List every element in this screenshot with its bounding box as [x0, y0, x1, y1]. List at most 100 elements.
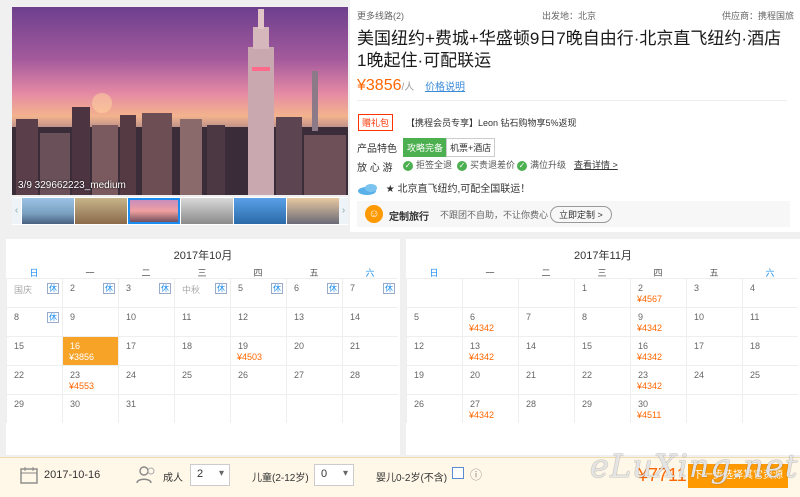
date-number: 26: [238, 370, 249, 380]
date-number: 3: [694, 283, 700, 293]
weekday-label: 四: [253, 268, 263, 278]
date-number: 18: [750, 341, 761, 351]
date-cell: 26: [406, 394, 462, 423]
date-cell-available[interactable]: 2 ¥4567: [630, 278, 686, 307]
infant-checkbox[interactable]: [452, 467, 464, 479]
thumb-prev-arrow-icon[interactable]: ‹: [12, 198, 21, 224]
custom-now-button[interactable]: 立即定制 >: [550, 206, 612, 223]
product-title: 美国纽约+费城+华盛顿9日7晚自由行·北京直飞纽约·酒店1晚起住·可配联运: [357, 29, 782, 70]
child-label: 儿童(2-12岁): [252, 473, 309, 484]
date-cell: 9: [62, 307, 118, 336]
date-number: 14: [526, 341, 537, 351]
weekday-label: 五: [709, 268, 719, 278]
thumbnail[interactable]: [181, 198, 233, 224]
weekday-label: 一: [485, 268, 495, 278]
date-number: 20: [294, 341, 305, 351]
thumbnail[interactable]: [75, 198, 127, 224]
departure-select[interactable]: 出发地：北京: [542, 9, 596, 22]
date-cell-available[interactable]: 9 ¥4342: [630, 307, 686, 336]
price-value: ¥3856: [357, 77, 402, 94]
gift-badge[interactable]: 赠礼包: [358, 114, 394, 131]
tag-guide: 攻略完备: [403, 138, 448, 157]
date-cell-available[interactable]: 16 ¥3856: [62, 336, 118, 365]
date-number: 22: [14, 370, 25, 380]
feature-note-text: ★ 北京直飞纽约,可配全国联运！: [385, 184, 531, 195]
date-cell-available[interactable]: 6 ¥4342: [462, 307, 518, 336]
calendar-icon: [20, 467, 38, 484]
date-cell: 11: [742, 307, 798, 336]
date-number: 27: [294, 370, 305, 380]
empty-cell: [686, 394, 742, 423]
date-number: 国庆: [14, 285, 33, 295]
cloud-icon: [358, 184, 377, 196]
date-number: 13: [470, 341, 481, 351]
thumbnail[interactable]: [234, 198, 286, 224]
date-number: 30: [638, 399, 649, 409]
weekday-label: 日: [429, 268, 439, 278]
holiday-badge: 休: [327, 283, 339, 294]
date-cell: 5休: [230, 278, 286, 307]
date-cell: 11: [174, 307, 230, 336]
date-cell: 18: [174, 336, 230, 365]
date-cell: 18: [742, 336, 798, 365]
assurance-detail-link[interactable]: 查看详情 >: [574, 158, 618, 171]
date-cell: 3休: [118, 278, 174, 307]
date-number: 中秋: [182, 285, 201, 295]
weekday-label: 三: [197, 268, 207, 278]
date-number: 15: [582, 341, 593, 351]
date-cell: 8休: [6, 307, 62, 336]
date-number: 7: [350, 283, 356, 293]
calendar-november: 2017年11月 日一二三四五六 1 2 ¥4567 3 4 5 6 ¥4342 7 8 9 ¥434…: [406, 239, 800, 455]
selected-date[interactable]: 2017-10-16: [44, 469, 100, 481]
date-cell-available[interactable]: 30 ¥4511: [630, 394, 686, 423]
adult-select[interactable]: 2: [190, 464, 230, 486]
thumb-next-arrow-icon[interactable]: ›: [339, 198, 348, 224]
assurance-item: ✓ 买贵退差价: [457, 158, 515, 171]
date-cell: 21: [342, 336, 398, 365]
date-number: 10: [694, 312, 705, 322]
date-cell-available[interactable]: 27 ¥4342: [462, 394, 518, 423]
custom-desc: 不跟团不自助，不让你费心: [440, 210, 549, 220]
empty-cell: [742, 394, 798, 423]
date-number: 3: [126, 283, 132, 293]
thumbnail[interactable]: [287, 198, 339, 224]
date-cell-available[interactable]: 19 ¥4503: [230, 336, 286, 365]
date-price: ¥4342: [469, 323, 495, 333]
date-cell-available[interactable]: 16 ¥4342: [630, 336, 686, 365]
date-price: ¥4511: [637, 410, 662, 420]
date-number: 6: [470, 312, 476, 322]
child-select[interactable]: 0: [314, 464, 354, 486]
date-number: 19: [238, 341, 249, 351]
date-number: 10: [126, 312, 137, 322]
price-info-link[interactable]: 价格说明: [425, 82, 465, 93]
date-cell-available[interactable]: 13 ¥4342: [462, 336, 518, 365]
date-cell: 27: [286, 365, 342, 394]
main-photo[interactable]: 3/9 329662223_medium: [12, 7, 348, 195]
date-price: ¥4553: [69, 381, 95, 391]
thumbnail[interactable]: [22, 198, 74, 224]
date-cell-available[interactable]: 23 ¥4342: [630, 365, 686, 394]
thumbnail-strip: ‹ ›: [12, 197, 348, 225]
assurance-item: ✓ 拒签全退: [403, 158, 452, 171]
date-cell: 24: [118, 365, 174, 394]
date-number: 14: [350, 312, 361, 322]
weekday-label: 日: [29, 268, 39, 278]
custom-travel-bar: ☺ 定制旅行 不跟团不自助，不让你费心 立即定制 >: [357, 201, 790, 227]
date-number: 29: [582, 399, 593, 409]
holiday-badge: 休: [159, 283, 171, 294]
date-price: ¥4342: [469, 410, 495, 420]
more-routes-link[interactable]: 更多线路(2): [357, 9, 404, 22]
date-price: ¥4567: [637, 294, 663, 304]
date-cell: 12: [406, 336, 462, 365]
date-cell-available[interactable]: 23 ¥4553: [62, 365, 118, 394]
calendar-october: 2017年10月 日一二三四五六 国庆休 2 休 3 休中秋休 5 休 6 休 7 休 8 休 9 10 11…: [6, 239, 400, 455]
thumbnail-selected[interactable]: [128, 198, 180, 224]
person-icon: ☺: [365, 205, 383, 223]
vip-offer-text: 【携程会员专享】Leon 钻石购物享5%返现: [406, 118, 577, 128]
date-cell: 21: [518, 365, 574, 394]
weekday-label: 六: [765, 268, 775, 278]
date-cell: 15: [574, 336, 630, 365]
date-number: 18: [182, 341, 193, 351]
date-number: 8: [582, 312, 588, 322]
info-icon[interactable]: ⓘ: [470, 466, 482, 483]
